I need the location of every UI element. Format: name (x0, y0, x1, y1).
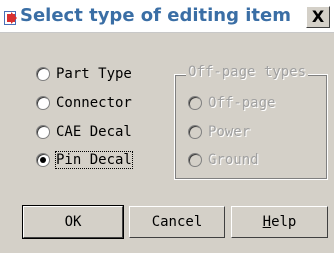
radio-option-connector[interactable]: Connector (36, 93, 132, 113)
radio-option-part-type[interactable]: Part Type (36, 64, 132, 84)
title-bar: Select type of editing item X (0, 0, 334, 33)
radio-label: Off-page (208, 95, 276, 111)
radio-option-pin-decal[interactable]: Pin Decal (36, 150, 133, 170)
help-label: elp (271, 214, 297, 230)
close-button[interactable]: X (306, 6, 330, 28)
radio-option-off-page: Off-page (188, 93, 275, 113)
radio-label: Part Type (56, 66, 132, 82)
radio-label: Power (208, 124, 251, 140)
dialog-title: Select type of editing item (20, 5, 291, 26)
app-icon (4, 11, 17, 25)
radio-icon (188, 125, 202, 139)
help-mnemonic: H (262, 214, 272, 230)
radio-label: Ground (208, 152, 259, 168)
radio-icon (188, 96, 202, 110)
cancel-button[interactable]: Cancel (129, 206, 225, 238)
radio-option-cae-decal[interactable]: CAE Decal (36, 122, 132, 142)
radio-label: CAE Decal (56, 124, 132, 140)
off-page-group-title: Off-page types (186, 64, 309, 80)
ok-button[interactable]: OK (22, 205, 124, 239)
radio-selected-icon (36, 153, 50, 167)
radio-option-power: Power (188, 122, 250, 142)
radio-icon (188, 153, 202, 167)
radio-label: Connector (56, 95, 132, 111)
help-button[interactable]: Help (231, 206, 328, 238)
radio-label: Pin Decal (55, 151, 133, 169)
radio-option-ground: Ground (188, 150, 259, 170)
radio-icon (36, 96, 50, 110)
radio-icon (36, 125, 50, 139)
radio-icon (36, 67, 50, 81)
